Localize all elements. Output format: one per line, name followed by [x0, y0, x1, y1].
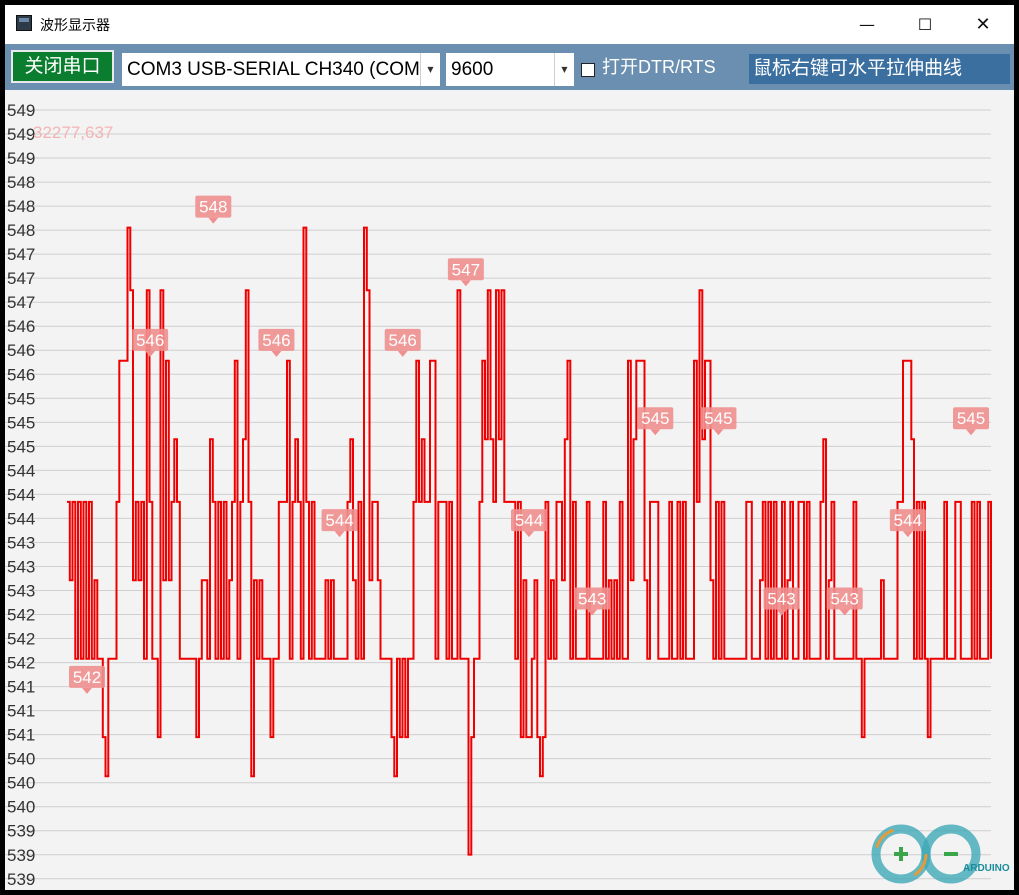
svg-text:545: 545: [957, 409, 985, 428]
y-tick-label: 543: [7, 533, 35, 552]
y-tick-label: 540: [7, 798, 35, 817]
dtr-rts-checkbox[interactable]: [581, 63, 595, 77]
chevron-down-icon[interactable]: ▼: [420, 53, 440, 86]
data-label: 547: [447, 258, 484, 287]
y-tick-label: 539: [7, 870, 35, 889]
data-label: 548: [195, 195, 232, 224]
baud-rate-value: 9600: [451, 59, 494, 80]
y-tick-label: 544: [7, 461, 35, 480]
y-tick-label: 541: [7, 726, 35, 745]
y-tick-label: 546: [7, 317, 35, 336]
svg-text:548: 548: [199, 198, 227, 217]
chevron-down-icon[interactable]: ▼: [554, 53, 574, 86]
svg-text:544: 544: [894, 511, 922, 530]
close-button[interactable]: ✕: [954, 5, 1012, 44]
port-select[interactable]: COM3 USB-SERIAL CH340 (COM ▼: [122, 53, 440, 86]
svg-text:545: 545: [641, 409, 669, 428]
hint-text-box[interactable]: 鼠标右键可水平拉伸曲线: [749, 54, 1010, 84]
data-label: 542: [69, 665, 105, 694]
svg-text:546: 546: [262, 331, 290, 350]
close-port-button[interactable]: 关闭串口: [11, 50, 114, 83]
arduino-logo: [871, 824, 981, 884]
y-tick-label: 540: [7, 750, 35, 769]
y-tick-label: 544: [7, 509, 35, 528]
svg-text:542: 542: [73, 668, 101, 687]
y-tick-label: 549: [7, 149, 35, 168]
waveform-plot[interactable]: 549 549 549 548 548 548 547 547 547 546 546 546 545 5…: [5, 90, 1014, 890]
title-bar[interactable]: 波形显示器 — ☐ ✕: [5, 5, 1014, 44]
svg-text:544: 544: [515, 511, 543, 530]
y-tick-label: 543: [7, 557, 35, 576]
dtr-rts-label[interactable]: 打开DTR/RTS: [602, 55, 716, 79]
y-tick-label: 540: [7, 774, 35, 793]
y-tick-label: 545: [7, 413, 35, 432]
y-tick-label: 549: [7, 101, 35, 120]
y-tick-label: 549: [7, 125, 35, 144]
y-tick-label: 548: [7, 197, 35, 216]
waveform-chart[interactable]: 549 549 549 548 548 548 547 547 547 546 546 546 545 5…: [5, 90, 1014, 890]
logo-text: ARDUINO: [963, 863, 1010, 874]
y-tick-label: 542: [7, 630, 35, 649]
app-icon: [16, 15, 32, 31]
y-tick-label: 548: [7, 221, 35, 240]
data-label: 546: [258, 328, 295, 357]
svg-text:543: 543: [831, 589, 859, 608]
cursor-readout: 32277,637: [33, 123, 113, 142]
svg-text:546: 546: [136, 331, 164, 350]
y-tick-label: 548: [7, 173, 35, 192]
svg-text:543: 543: [767, 589, 795, 608]
y-tick-label: 545: [7, 437, 35, 456]
data-label: 543: [826, 587, 863, 616]
toolbar: 关闭串口 COM3 USB-SERIAL CH340 (COM ▼ 9600 ▼…: [5, 44, 1014, 90]
y-tick-label: 539: [7, 846, 35, 865]
maximize-button[interactable]: ☐: [896, 5, 954, 44]
svg-text:543: 543: [578, 589, 606, 608]
y-tick-label: 543: [7, 581, 35, 600]
data-label: 543: [574, 587, 611, 616]
y-tick-label: 546: [7, 341, 35, 360]
window-title: 波形显示器: [40, 17, 110, 33]
y-tick-label: 547: [7, 269, 35, 288]
y-tick-label: 547: [7, 293, 35, 312]
minimize-button[interactable]: —: [838, 5, 896, 44]
y-tick-label: 546: [7, 365, 35, 384]
data-label: 546: [384, 328, 421, 357]
svg-text:547: 547: [452, 260, 480, 279]
y-tick-label: 541: [7, 702, 35, 721]
svg-text:545: 545: [704, 409, 732, 428]
series-line: [67, 226, 992, 856]
y-tick-label: 542: [7, 654, 35, 673]
app-window: 波形显示器 — ☐ ✕ 关闭串口 COM3 USB-SERIAL CH340 (…: [5, 5, 1014, 890]
y-tick-label: 539: [7, 822, 35, 841]
data-label: 545: [637, 407, 674, 436]
y-tick-label: 541: [7, 678, 35, 697]
y-tick-label: 542: [7, 606, 35, 625]
svg-text:544: 544: [325, 511, 353, 530]
y-tick-label: 545: [7, 389, 35, 408]
port-select-value: COM3 USB-SERIAL CH340 (COM: [127, 59, 420, 80]
data-label: 544: [511, 509, 547, 538]
data-label: 545: [953, 407, 989, 436]
svg-text:546: 546: [389, 331, 417, 350]
y-tick-label: 544: [7, 485, 35, 504]
baud-rate-select[interactable]: 9600 ▼: [446, 53, 574, 86]
y-tick-label: 547: [7, 245, 35, 264]
